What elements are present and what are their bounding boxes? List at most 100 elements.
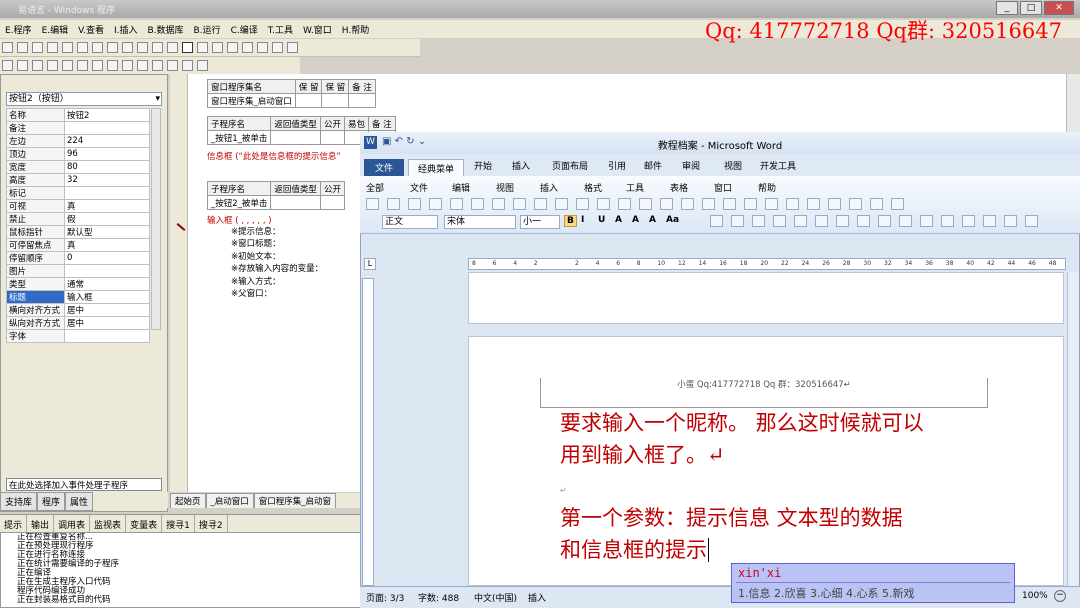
property-value[interactable]: 居中: [64, 303, 150, 317]
property-value[interactable]: 假: [64, 212, 150, 226]
property-value[interactable]: 居中: [64, 316, 150, 330]
h-spacing-icon[interactable]: [137, 60, 148, 71]
ribbon-button[interactable]: [765, 198, 778, 210]
format-shade-icon[interactable]: A: [632, 215, 639, 225]
ribbon-button[interactable]: [660, 198, 673, 210]
param-item[interactable]: ※存放输入内容的变量：: [231, 262, 323, 274]
property-row[interactable]: 可视真: [6, 199, 150, 213]
property-value[interactable]: [64, 121, 150, 135]
property-row[interactable]: 纵向对齐方式 居中: [6, 316, 150, 330]
find-icon[interactable]: [122, 42, 133, 53]
property-value[interactable]: 224: [64, 134, 150, 148]
align-bottom-icon[interactable]: [77, 60, 88, 71]
sub2-name-cell[interactable]: _按钮2_被单击: [206, 195, 272, 210]
paragraph-button[interactable]: [731, 215, 744, 227]
menu-item-7[interactable]: T.工具: [263, 20, 298, 39]
property-value[interactable]: 真: [64, 238, 150, 252]
ribbon-button[interactable]: [891, 198, 904, 210]
paragraph-button[interactable]: [794, 215, 807, 227]
paragraph-button[interactable]: [878, 215, 891, 227]
left-tab-0[interactable]: 支持库: [0, 492, 38, 511]
tab-stop-selector[interactable]: L: [364, 258, 376, 270]
copy-icon[interactable]: [62, 42, 73, 53]
ribbon-button[interactable]: [555, 198, 568, 210]
param-item[interactable]: ※提示信息：: [231, 225, 323, 237]
ribbon-button[interactable]: [513, 198, 526, 210]
paragraph-button[interactable]: [1004, 215, 1017, 227]
assembly-name-cell[interactable]: 窗口程序集_启动窗口: [207, 93, 296, 108]
size-box[interactable]: 小一: [520, 215, 560, 229]
output-tab-2[interactable]: 调用表: [54, 515, 91, 532]
format-border-icon[interactable]: A: [615, 215, 622, 225]
grid-icon[interactable]: [197, 60, 208, 71]
run-icon[interactable]: [182, 42, 193, 53]
property-row[interactable]: 高度 32: [6, 173, 150, 187]
property-value[interactable]: [64, 264, 150, 278]
ribbon-tab-7[interactable]: 审阅: [682, 159, 700, 172]
paragraph-button[interactable]: [773, 215, 786, 227]
ribbon-button[interactable]: [471, 198, 484, 210]
maximize-button[interactable]: □: [1020, 1, 1042, 15]
property-value[interactable]: 通常: [64, 277, 150, 291]
property-row[interactable]: 横向对齐方式 居中: [6, 303, 150, 317]
classic-menu-5[interactable]: 格式: [584, 181, 602, 194]
zoom-out-button[interactable]: −: [1054, 590, 1066, 602]
paragraph-button[interactable]: [1025, 215, 1038, 227]
param-item[interactable]: ※输入方式：: [231, 275, 323, 287]
property-row[interactable]: 备注: [6, 121, 150, 135]
ribbon-tab-9[interactable]: 开发工具: [760, 159, 796, 172]
ribbon-button[interactable]: [639, 198, 652, 210]
save-icon[interactable]: [32, 42, 43, 53]
classic-menu-0[interactable]: 全部: [366, 181, 384, 194]
menu-item-5[interactable]: B.运行: [189, 20, 226, 39]
property-value[interactable]: 80: [64, 160, 150, 174]
step-out-icon[interactable]: [242, 42, 253, 53]
ribbon-tab-4[interactable]: 页面布局: [552, 159, 588, 172]
paragraph-button[interactable]: [962, 215, 975, 227]
insert-mode[interactable]: 插入: [528, 591, 546, 604]
align-middle-icon[interactable]: [62, 60, 73, 71]
paragraph-button[interactable]: [710, 215, 723, 227]
word-scrollbar[interactable]: [1067, 272, 1079, 586]
doc-paragraph-2[interactable]: 第一个参数：提示信息 文本型的数据和信息框的提示​: [560, 502, 903, 566]
menu-item-2[interactable]: V.查看: [73, 20, 109, 39]
paragraph-button[interactable]: [920, 215, 933, 227]
ribbon-button[interactable]: [786, 198, 799, 210]
same-size-icon[interactable]: [122, 60, 133, 71]
property-row[interactable]: 左边 224: [6, 134, 150, 148]
classic-menu-9[interactable]: 帮助: [758, 181, 776, 194]
output-tab-3[interactable]: 监视表: [90, 515, 127, 532]
property-row[interactable]: 标题 输入框: [6, 290, 150, 304]
menu-item-3[interactable]: I.插入: [109, 20, 143, 39]
ribbon-tab-2[interactable]: 开始: [474, 159, 492, 172]
paragraph-button[interactable]: [752, 215, 765, 227]
horizontal-ruler[interactable]: 8 6 4 2 2 4 6 8 10 12 14 16 18 20 22 24 26 28 30 32 34 36 38 40…: [468, 258, 1066, 270]
redo-icon[interactable]: [107, 42, 118, 53]
center-h-icon[interactable]: [167, 60, 178, 71]
ribbon-button[interactable]: [723, 198, 736, 210]
property-row[interactable]: 可停留焦点真: [6, 238, 150, 252]
vertical-ruler[interactable]: [362, 278, 374, 586]
output-tab-6[interactable]: 搜寻2: [195, 515, 228, 532]
hand-icon[interactable]: [272, 42, 283, 53]
param-item[interactable]: ※父窗口：: [231, 287, 323, 299]
property-value[interactable]: 输入框: [64, 290, 150, 304]
layout-icon[interactable]: [137, 42, 148, 53]
property-value[interactable]: 真: [64, 199, 150, 213]
property-value[interactable]: [64, 329, 150, 343]
menu-item-6[interactable]: C.编译: [226, 20, 263, 39]
panel-icon[interactable]: [167, 42, 178, 53]
classic-menu-6[interactable]: 工具: [626, 181, 644, 194]
editor-tab-1[interactable]: _启动窗口: [205, 493, 254, 508]
undo-icon[interactable]: [92, 42, 103, 53]
ribbon-button[interactable]: [576, 198, 589, 210]
center-v-icon[interactable]: [182, 60, 193, 71]
ribbon-button[interactable]: [681, 198, 694, 210]
style-box[interactable]: 正文: [382, 215, 438, 229]
output-tab-0[interactable]: 提示: [0, 515, 28, 532]
ribbon-tab-6[interactable]: 邮件: [644, 159, 662, 172]
sub1-name-cell[interactable]: _按钮1_被单击: [206, 130, 272, 145]
cut-icon[interactable]: [47, 42, 58, 53]
classic-menu-8[interactable]: 窗口: [714, 181, 732, 194]
property-value[interactable]: 32: [64, 173, 150, 187]
